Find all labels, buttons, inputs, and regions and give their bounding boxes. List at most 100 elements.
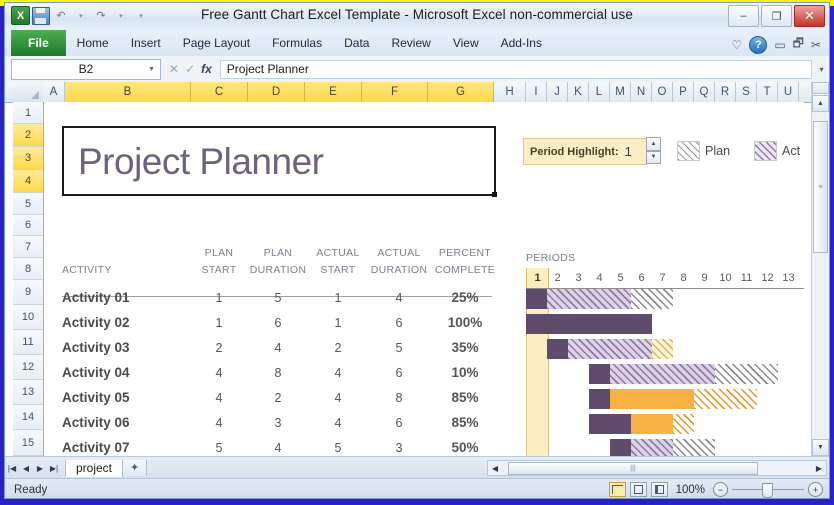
- column-header-M[interactable]: M: [610, 82, 631, 102]
- row-header-9[interactable]: 9: [13, 280, 43, 305]
- column-header-N[interactable]: N: [631, 82, 652, 102]
- period-1[interactable]: 1: [526, 268, 549, 288]
- zoom-out-button[interactable]: −: [713, 482, 728, 497]
- period-3[interactable]: 3: [568, 268, 589, 288]
- maximize-button[interactable]: ❐: [761, 5, 792, 27]
- scroll-down-button[interactable]: ▼: [812, 439, 829, 456]
- column-header-T[interactable]: T: [757, 82, 778, 102]
- tab-review[interactable]: Review: [380, 30, 441, 56]
- column-header-D[interactable]: D: [248, 82, 305, 102]
- zoom-in-button[interactable]: +: [808, 482, 823, 497]
- column-header-B[interactable]: B: [65, 82, 191, 102]
- column-header-O[interactable]: O: [652, 82, 673, 102]
- spinner-up-icon[interactable]: ▲: [646, 137, 661, 151]
- period-6[interactable]: 6: [631, 268, 652, 288]
- last-sheet-button[interactable]: ▶|: [47, 460, 61, 476]
- row-header-10[interactable]: 10: [13, 305, 43, 330]
- period-10[interactable]: 10: [715, 268, 736, 288]
- period-highlight-box[interactable]: Period Highlight: 1: [523, 138, 647, 165]
- zoom-slider-thumb[interactable]: [762, 483, 773, 498]
- vertical-scroll-thumb[interactable]: ≡: [813, 121, 828, 253]
- period-4[interactable]: 4: [589, 268, 610, 288]
- column-header-G[interactable]: G: [428, 82, 494, 102]
- tab-formulas[interactable]: Formulas: [261, 30, 333, 56]
- normal-view-icon[interactable]: [608, 482, 626, 497]
- enter-formula-icon[interactable]: ✓: [185, 62, 195, 76]
- row-header-7[interactable]: 7: [13, 236, 43, 258]
- period-11[interactable]: 11: [736, 268, 757, 288]
- chevron-down-icon[interactable]: ▼: [148, 66, 155, 73]
- column-header-P[interactable]: P: [673, 82, 694, 102]
- column-header-L[interactable]: L: [589, 82, 610, 102]
- period-13[interactable]: 13: [778, 268, 799, 288]
- row-header-6[interactable]: 6: [13, 215, 43, 236]
- close-workbook-icon[interactable]: ✂: [811, 38, 821, 52]
- close-button[interactable]: ✕: [794, 5, 825, 27]
- vertical-split-handle[interactable]: [812, 82, 829, 94]
- first-sheet-button[interactable]: |◀: [5, 460, 19, 476]
- horizontal-scrollbar[interactable]: ◀ ||| ▶: [487, 460, 827, 476]
- row-header-3[interactable]: 3: [13, 147, 43, 170]
- minimize-ribbon-icon[interactable]: ▭: [774, 38, 785, 52]
- row-header-15[interactable]: 15: [13, 430, 43, 456]
- tab-file[interactable]: File: [11, 30, 66, 56]
- insert-worksheet-icon[interactable]: ✦: [123, 460, 148, 476]
- column-header-A[interactable]: A: [43, 82, 65, 102]
- page-break-view-icon[interactable]: [650, 482, 668, 497]
- column-header-Q[interactable]: Q: [694, 82, 715, 102]
- formula-input[interactable]: Project Planner: [219, 59, 812, 79]
- sheet-tab-project[interactable]: project: [65, 459, 124, 477]
- column-header-J[interactable]: J: [547, 82, 568, 102]
- cancel-formula-icon[interactable]: ✕: [169, 62, 179, 76]
- scroll-up-button[interactable]: ▲: [812, 95, 829, 112]
- period-highlight-stepper[interactable]: ▲ ▼: [646, 137, 661, 164]
- scroll-left-button[interactable]: ◀: [488, 460, 502, 476]
- project-title-cell[interactable]: Project Planner: [62, 126, 497, 197]
- row-header-11[interactable]: 11: [13, 330, 43, 355]
- tab-add-ins[interactable]: Add-Ins: [490, 30, 553, 56]
- column-header-I[interactable]: I: [526, 82, 547, 102]
- insert-function-icon[interactable]: fx: [201, 62, 212, 76]
- spinner-down-icon[interactable]: ▼: [646, 150, 661, 164]
- period-7[interactable]: 7: [652, 268, 673, 288]
- column-header-H[interactable]: H: [494, 82, 526, 102]
- period-5[interactable]: 5: [610, 268, 631, 288]
- help-icon[interactable]: ?: [749, 35, 768, 54]
- row-header-12[interactable]: 12: [13, 355, 43, 380]
- row-header-2[interactable]: 2: [13, 124, 43, 147]
- column-header-R[interactable]: R: [715, 82, 736, 102]
- period-12[interactable]: 12: [757, 268, 778, 288]
- restore-window-icon[interactable]: 🗗: [793, 34, 804, 55]
- row-header-1[interactable]: 1: [13, 102, 43, 124]
- scroll-right-button[interactable]: ▶: [812, 460, 826, 476]
- column-header-U[interactable]: U: [778, 82, 799, 102]
- horizontal-scroll-thumb[interactable]: |||: [508, 462, 758, 475]
- select-all-button[interactable]: [13, 82, 44, 102]
- zoom-slider[interactable]: [732, 483, 804, 498]
- period-2[interactable]: 2: [547, 268, 568, 288]
- page-layout-view-icon[interactable]: [629, 482, 647, 497]
- column-header-S[interactable]: S: [736, 82, 757, 102]
- column-header-K[interactable]: K: [568, 82, 589, 102]
- period-8[interactable]: 8: [673, 268, 694, 288]
- row-header-13[interactable]: 13: [13, 380, 43, 405]
- row-header-8[interactable]: 8: [13, 258, 43, 280]
- tab-home[interactable]: Home: [66, 30, 120, 56]
- row-header-5[interactable]: 5: [13, 193, 43, 215]
- heart-icon[interactable]: ♡: [732, 38, 743, 52]
- tab-data[interactable]: Data: [333, 30, 380, 56]
- row-header-14[interactable]: 14: [13, 405, 43, 430]
- minimize-button[interactable]: –: [728, 5, 759, 27]
- next-sheet-button[interactable]: ▶: [33, 460, 47, 476]
- tab-insert[interactable]: Insert: [120, 30, 172, 56]
- vertical-scrollbar[interactable]: ▲ ≡ ▼: [811, 82, 829, 456]
- tab-view[interactable]: View: [442, 30, 490, 56]
- period-9[interactable]: 9: [694, 268, 715, 288]
- fill-handle[interactable]: [492, 192, 497, 197]
- row-header-4[interactable]: 4: [13, 170, 43, 193]
- tab-page-layout[interactable]: Page Layout: [172, 30, 261, 56]
- column-header-F[interactable]: F: [362, 82, 428, 102]
- expand-formula-bar-icon[interactable]: ▾: [814, 60, 829, 79]
- name-box[interactable]: B2 ▼: [11, 58, 161, 80]
- prev-sheet-button[interactable]: ◀: [19, 460, 33, 476]
